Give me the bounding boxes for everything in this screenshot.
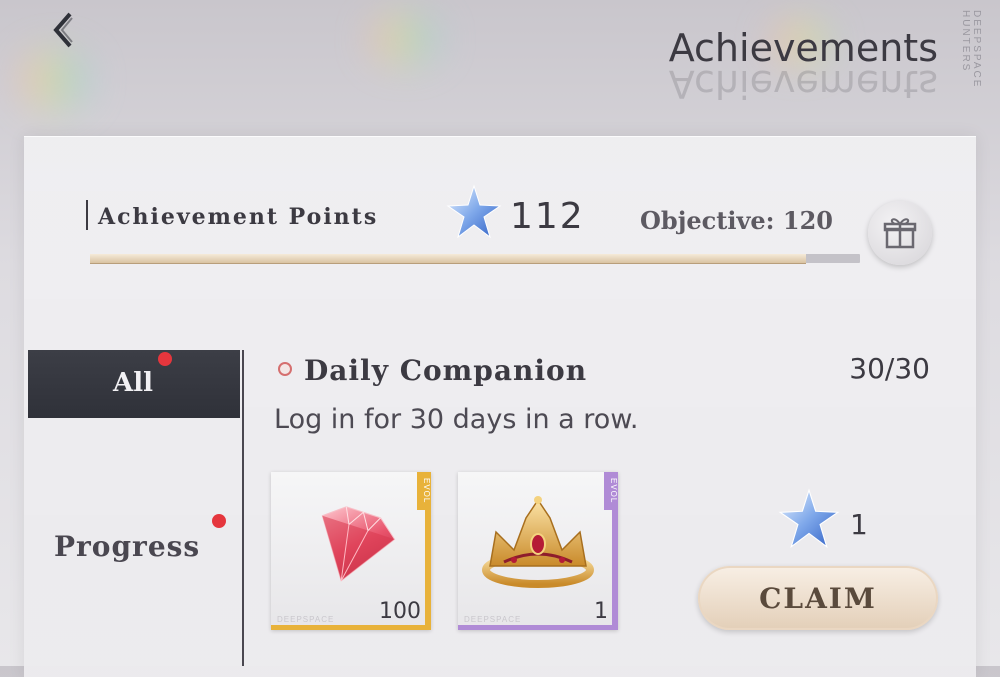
tab-all-label: All xyxy=(113,368,153,398)
points-reward-count: 1 xyxy=(850,508,868,541)
bullet-icon xyxy=(278,362,292,376)
rarity-bar xyxy=(271,625,431,630)
notification-dot xyxy=(212,514,226,528)
reward-item-diamond[interactable]: EVOL DEEPSPACE 100 xyxy=(271,472,431,630)
claim-button-label: CLAIM xyxy=(759,581,877,615)
achievement-count: 30/30 xyxy=(849,352,930,385)
notification-dot xyxy=(158,352,172,366)
objective-text: Objective: 120 xyxy=(640,206,833,235)
tab-all[interactable]: All xyxy=(28,350,240,418)
achievement-points-label: Achievement Points xyxy=(98,204,379,230)
top-bar: Achievements Achievements DEEPSPACE HUNT… xyxy=(0,0,1000,130)
reward-item-crown[interactable]: EVOL DEEPSPACE 1 xyxy=(458,472,618,630)
tab-progress[interactable]: Progress xyxy=(28,500,240,590)
tab-progress-label: Progress xyxy=(54,530,201,563)
claim-button[interactable]: CLAIM xyxy=(698,566,938,630)
card-brand: DEEPSPACE xyxy=(277,615,335,624)
star-icon xyxy=(778,488,840,549)
card-brand: DEEPSPACE xyxy=(464,615,522,624)
back-icon[interactable] xyxy=(42,8,86,52)
points-progress-fill xyxy=(90,254,807,264)
achievement-points-value: 112 xyxy=(510,196,585,237)
achievement-title: Daily Companion xyxy=(304,354,588,387)
page-title-reflection: Achievements xyxy=(668,62,938,106)
rarity-tag: EVOL xyxy=(604,472,618,510)
points-progress-bar xyxy=(90,254,860,264)
category-sidebar: All Progress xyxy=(28,350,240,666)
sidebar-divider xyxy=(242,350,244,666)
gift-icon xyxy=(883,218,917,249)
diamond-icon xyxy=(321,506,396,582)
rarity-bar xyxy=(458,625,618,630)
brand-logo: DEEPSPACE HUNTERS xyxy=(960,10,982,89)
reward-quantity: 100 xyxy=(379,599,421,624)
star-icon xyxy=(446,184,502,239)
reward-quantity: 1 xyxy=(594,599,608,624)
rarity-tag: EVOL xyxy=(417,472,431,510)
crown-icon xyxy=(482,496,594,588)
points-marker xyxy=(86,200,88,230)
gift-button[interactable] xyxy=(868,201,932,265)
achievement-description: Log in for 30 days in a row. xyxy=(274,404,639,435)
